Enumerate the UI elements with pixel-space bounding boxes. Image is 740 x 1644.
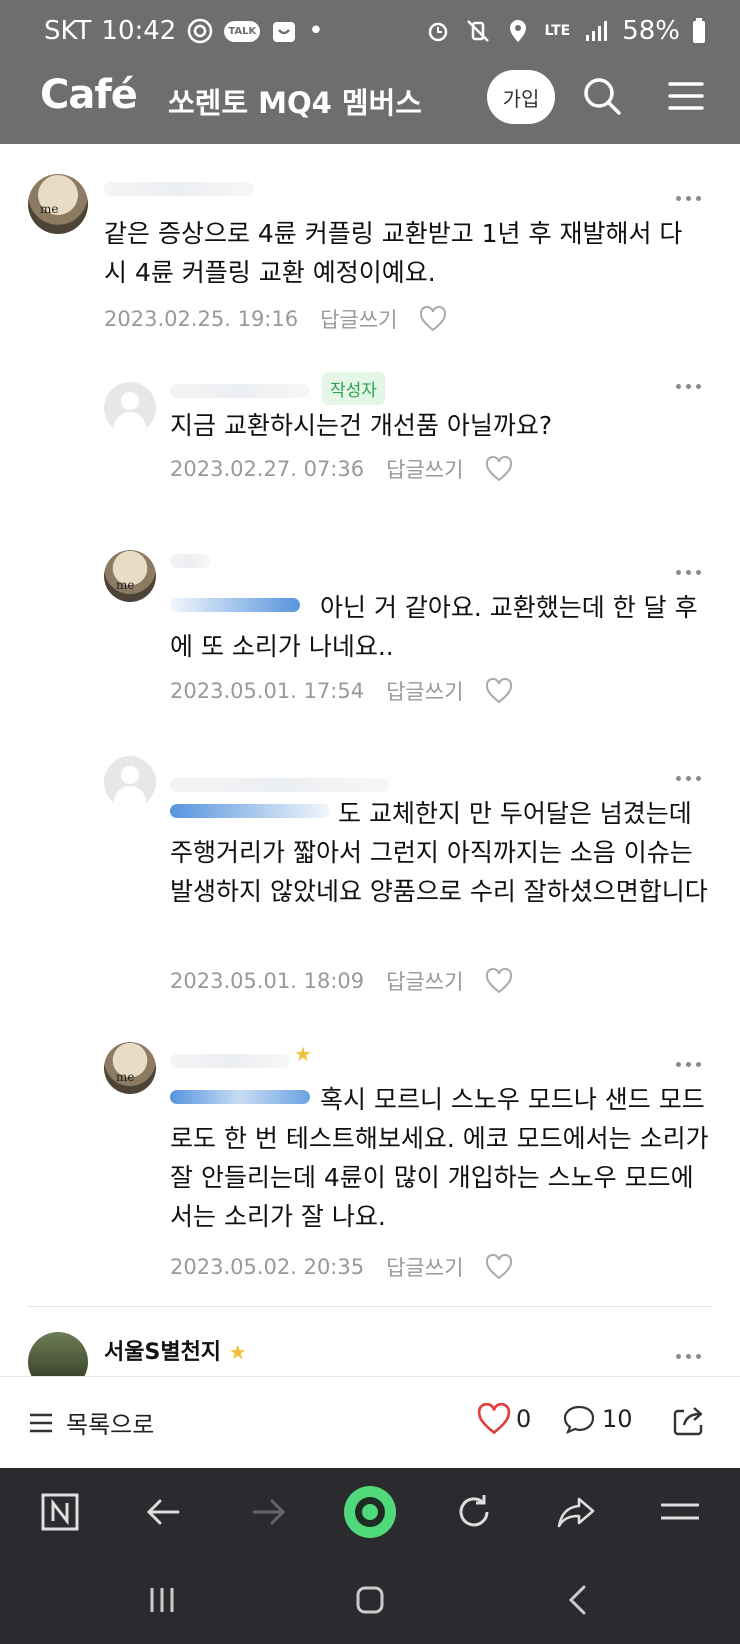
speech-bubble-icon bbox=[563, 1405, 595, 1435]
cafe-header: Café 쏘렌토 MQ4 멤버스 가입 bbox=[0, 64, 740, 144]
comment-meta: 2023.02.27. 07:36 답글쓰기 bbox=[170, 454, 513, 484]
comment-date: 2023.02.25. 19:16 bbox=[104, 307, 299, 331]
more-options-icon[interactable] bbox=[676, 374, 706, 389]
comment-date: 2023.05.02. 20:35 bbox=[170, 1255, 365, 1279]
talk-icon: TALK bbox=[224, 20, 261, 42]
system-nav-bar bbox=[0, 1556, 740, 1644]
more-options-icon[interactable] bbox=[676, 766, 706, 781]
avatar[interactable] bbox=[28, 1332, 88, 1376]
back-icon[interactable] bbox=[566, 1584, 590, 1616]
shopping-bag-icon bbox=[273, 22, 296, 42]
comment-reply: 도 교체한지 만 두어달은 넘겼는데 주행거리가 짧아서 그런지 아직까지는 소… bbox=[0, 752, 740, 1002]
share-arrow-icon[interactable] bbox=[548, 1484, 604, 1540]
like-count: 0 bbox=[516, 1405, 532, 1433]
refresh-icon[interactable] bbox=[446, 1484, 502, 1540]
carrier: SKT bbox=[44, 16, 92, 46]
heart-icon[interactable] bbox=[485, 456, 513, 482]
more-options-icon[interactable] bbox=[676, 560, 706, 575]
home-icon[interactable] bbox=[354, 1584, 386, 1616]
more-options-icon[interactable] bbox=[676, 186, 706, 201]
avatar[interactable] bbox=[104, 382, 156, 434]
nickname-redacted bbox=[170, 554, 210, 568]
nickname-redacted bbox=[170, 1054, 290, 1068]
heart-icon[interactable] bbox=[485, 678, 513, 704]
avatar[interactable] bbox=[104, 756, 156, 808]
list-label: 목록으로 bbox=[66, 1411, 155, 1439]
signal-icon bbox=[586, 21, 608, 41]
status-dot: • bbox=[308, 16, 324, 46]
comment-text: 도 교체한지 만 두어달은 넘겼는데 주행거리가 짧아서 그런지 아직까지는 소… bbox=[170, 799, 708, 906]
home-green-button[interactable] bbox=[342, 1484, 398, 1540]
list-icon bbox=[30, 1413, 52, 1432]
more-options-icon[interactable] bbox=[676, 1052, 706, 1067]
status-bar: SKT 10:42 TALK • LTE 58% bbox=[0, 0, 740, 64]
share-icon bbox=[673, 1407, 703, 1436]
comment-date: 2023.05.01. 18:09 bbox=[170, 969, 365, 993]
reply-button[interactable]: 답글쓰기 bbox=[386, 454, 463, 484]
comment-date: 2023.02.27. 07:36 bbox=[170, 457, 365, 481]
cafe-logo[interactable]: Café bbox=[40, 72, 138, 118]
reply-button[interactable]: 답글쓰기 bbox=[386, 966, 463, 996]
reply-button[interactable]: 답글쓰기 bbox=[386, 676, 463, 706]
comment-date: 2023.05.01. 17:54 bbox=[170, 679, 365, 703]
browser-nav-bar bbox=[0, 1468, 740, 1556]
comment-meta: 2023.05.02. 20:35 답글쓰기 bbox=[170, 1252, 513, 1282]
comment-text: 같은 증상으로 4륜 커플링 교환받고 1년 후 재발해서 다시 4륜 커플링 … bbox=[104, 219, 683, 287]
like-button[interactable]: 0 bbox=[476, 1403, 531, 1435]
commenter-name: 서울S별천지 ★ bbox=[104, 1334, 247, 1366]
share-button[interactable] bbox=[670, 1401, 708, 1439]
battery-percent: 58% bbox=[622, 16, 680, 46]
heart-icon[interactable] bbox=[485, 1254, 513, 1280]
join-button[interactable]: 가입 bbox=[487, 70, 555, 124]
comment: me 같은 증상으로 4륜 커플링 교환받고 1년 후 재발해서 다시 4륜 커… bbox=[0, 168, 740, 348]
cafe-name[interactable]: 쏘렌토 MQ4 멤버스 bbox=[168, 80, 422, 122]
menu-icon[interactable] bbox=[664, 74, 708, 118]
divider bbox=[28, 1306, 712, 1307]
menu-icon[interactable] bbox=[652, 1484, 708, 1540]
comment-count: 10 bbox=[602, 1405, 633, 1433]
forward-arrow-icon[interactable] bbox=[240, 1484, 296, 1540]
network-type: LTE bbox=[544, 23, 571, 39]
instagram-threads-icon bbox=[188, 18, 213, 44]
naver-icon[interactable] bbox=[32, 1484, 88, 1540]
back-arrow-icon[interactable] bbox=[136, 1484, 192, 1540]
search-icon[interactable] bbox=[580, 74, 624, 118]
comment-reply: 작성자 지금 교환하시는건 개선품 아닐까요? 2023.02.27. 07:3… bbox=[0, 370, 740, 520]
alarm-icon bbox=[429, 22, 448, 42]
commenter-name-text: 서울S별천지 bbox=[104, 1340, 222, 1365]
top-bar: SKT 10:42 TALK • LTE 58% Café 쏘렌토 MQ4 멤버… bbox=[0, 0, 740, 144]
heart-icon[interactable] bbox=[485, 968, 513, 994]
avatar[interactable]: me bbox=[104, 550, 156, 602]
reply-button[interactable]: 답글쓰기 bbox=[320, 304, 397, 334]
battery-icon bbox=[693, 18, 705, 43]
avatar[interactable]: me bbox=[104, 1042, 156, 1094]
more-options-icon[interactable] bbox=[676, 1344, 706, 1359]
comment-text: 혹시 모르니 스노우 모드나 샌드 모드로도 한 번 테스트해보세요. 에코 모… bbox=[170, 1085, 709, 1231]
status-time: 10:42 bbox=[101, 16, 177, 46]
comment-meta: 2023.02.25. 19:16 답글쓰기 bbox=[104, 304, 447, 334]
location-icon bbox=[510, 20, 527, 42]
comment-text: 지금 교환하시는건 개선품 아닐까요? bbox=[170, 411, 553, 440]
nickname-redacted bbox=[170, 778, 390, 792]
comment-count-button[interactable]: 10 bbox=[562, 1403, 633, 1435]
comment-reply: me ★ 혹시 모르니 스노우 모드나 샌드 모드로도 한 번 테스트해보세요.… bbox=[0, 1038, 740, 1288]
comment-text: 아닌 거 같아요. 교환했는데 한 달 후에 또 소리가 나네요.. bbox=[170, 593, 698, 661]
star-icon: ★ bbox=[294, 1042, 312, 1066]
comment-meta: 2023.05.01. 17:54 답글쓰기 bbox=[170, 676, 513, 706]
mute-vibrate-icon bbox=[467, 20, 490, 42]
heart-icon bbox=[477, 1403, 511, 1435]
reply-button[interactable]: 답글쓰기 bbox=[386, 1252, 463, 1282]
comment: 서울S별천지 ★ bbox=[0, 1330, 740, 1376]
nickname-redacted bbox=[170, 384, 310, 398]
comment-meta: 2023.05.01. 18:09 답글쓰기 bbox=[170, 966, 513, 996]
author-badge: 작성자 bbox=[322, 372, 385, 405]
heart-icon[interactable] bbox=[419, 306, 447, 332]
avatar[interactable]: me bbox=[28, 174, 88, 234]
recent-apps-icon[interactable] bbox=[146, 1584, 178, 1616]
bottom-action-bar: 목록으로 0 10 bbox=[0, 1376, 740, 1468]
nickname-redacted bbox=[104, 182, 254, 196]
star-icon: ★ bbox=[228, 1340, 247, 1364]
comment-reply: me 아닌 거 같아요. 교환했는데 한 달 후에 또 소리가 나네요.. 20… bbox=[0, 546, 740, 726]
list-button[interactable]: 목록으로 bbox=[28, 1405, 154, 1440]
